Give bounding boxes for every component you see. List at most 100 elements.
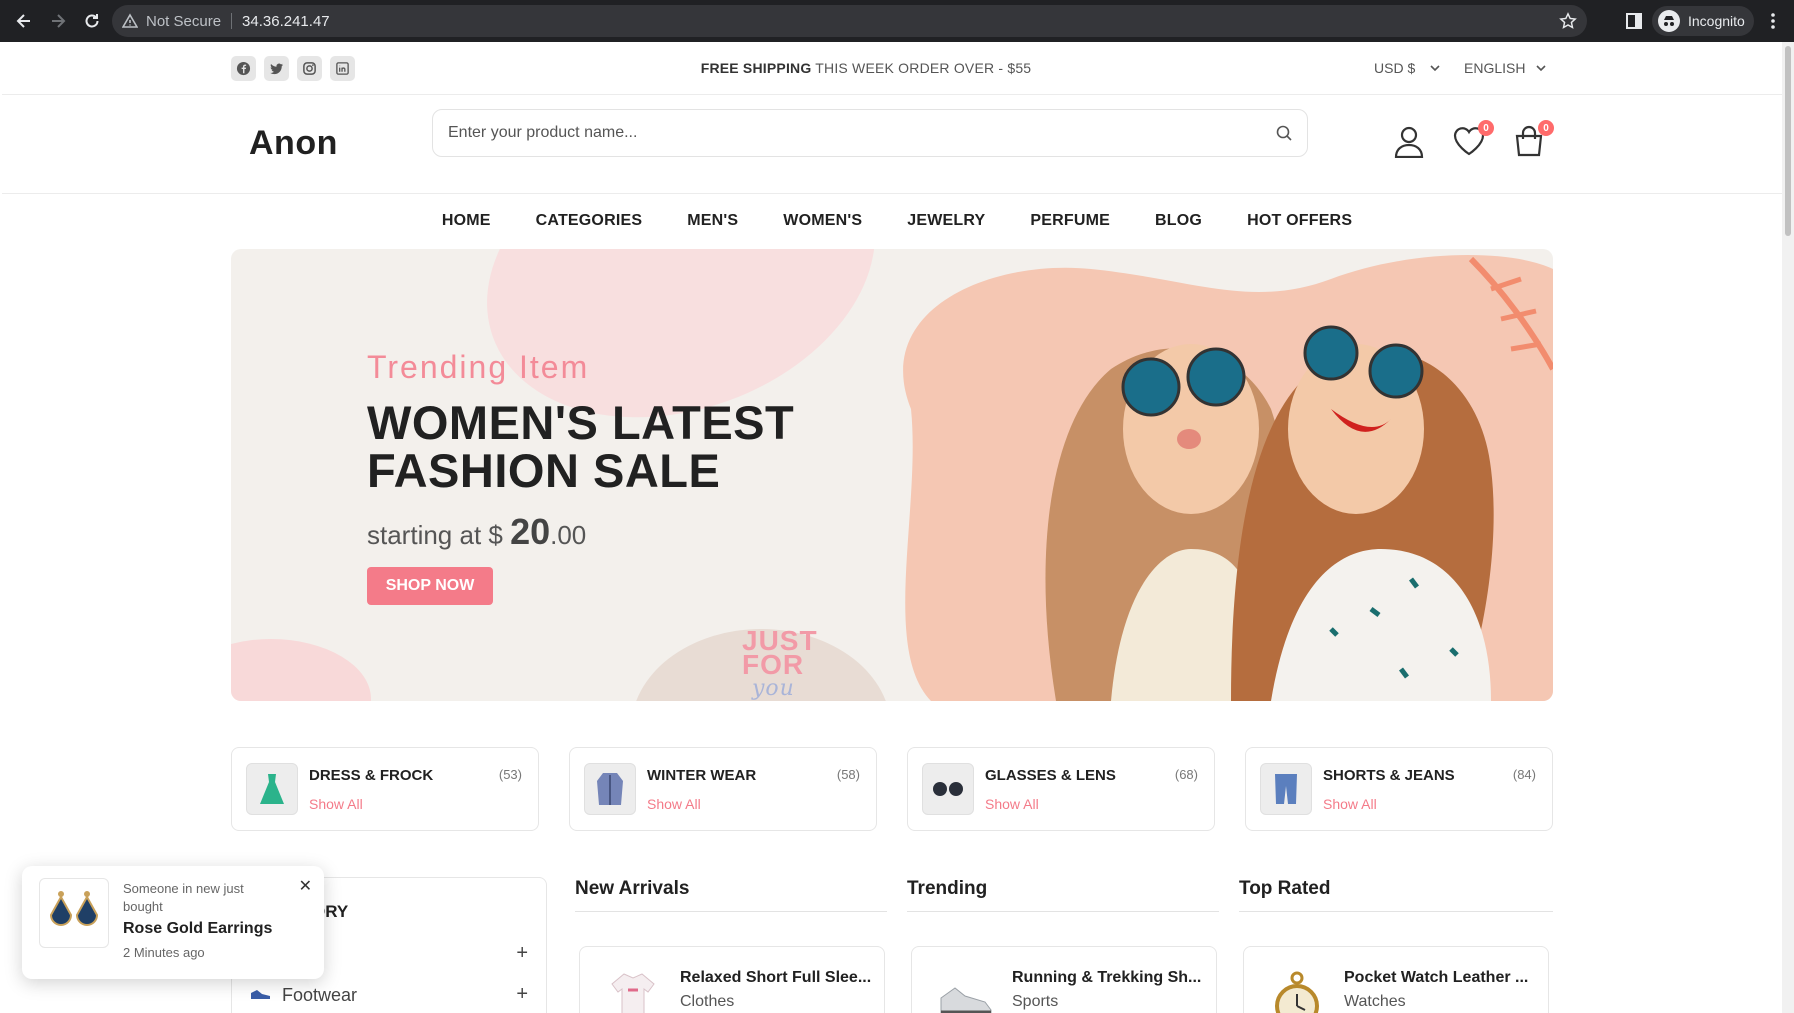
promo-text: THIS WEEK ORDER OVER - $55 <box>811 60 1032 76</box>
notification-product[interactable]: Rose Gold Earrings <box>123 920 272 938</box>
top-rated-heading: Top Rated <box>1239 878 1553 912</box>
side-panel-icon[interactable] <box>1625 12 1643 30</box>
product-card[interactable]: Relaxed Short Full Slee... Clothes <box>579 946 885 1013</box>
earrings-image <box>39 878 109 948</box>
sidebar-item-label: Footwear <box>282 985 358 1005</box>
product-category: Watches <box>1344 993 1406 1010</box>
product-category: Clothes <box>680 993 735 1010</box>
category-count: (58) <box>836 767 860 782</box>
divider <box>231 13 233 29</box>
hero-title: WOMEN'S LATEST FASHION SALE <box>367 396 795 497</box>
product-title[interactable]: Running & Trekking Sh... <box>1012 969 1201 987</box>
product-title[interactable]: Relaxed Short Full Slee... <box>680 969 871 987</box>
category-name: GLASSES & LENS <box>985 767 1116 784</box>
jeans-icon <box>1260 763 1312 815</box>
plus-icon[interactable]: + <box>516 942 528 965</box>
address-bar[interactable]: Not Secure 34.36.241.47 <box>112 5 1587 37</box>
forward-icon[interactable] <box>42 5 74 37</box>
category-name: DRESS & FROCK <box>309 767 434 784</box>
product-title[interactable]: Pocket Watch Leather ... <box>1344 969 1528 987</box>
nav-home[interactable]: HOME <box>442 212 491 236</box>
category-name: WINTER WEAR <box>647 767 757 784</box>
incognito-badge[interactable]: Incognito <box>1652 6 1754 36</box>
category-card: SHORTS & JEANS (84) Show All <box>1245 747 1553 831</box>
shoe-image <box>930 965 1000 1013</box>
chevron-down-icon <box>1536 65 1547 72</box>
wishlist-count-badge: 0 <box>1478 120 1494 136</box>
web-page: FREE SHIPPING THIS WEEK ORDER OVER - $55… <box>2 42 1782 1013</box>
show-all-link[interactable]: Show All <box>1323 796 1377 812</box>
pocket-watch-image <box>1262 965 1332 1013</box>
scrollbar-thumb[interactable] <box>1785 46 1791 236</box>
dress-icon <box>246 763 298 815</box>
site-logo[interactable]: Anon <box>249 124 338 163</box>
nav-hot-offers[interactable]: HOT OFFERS <box>1247 212 1352 236</box>
category-count: (53) <box>498 767 522 782</box>
reload-icon[interactable] <box>76 5 108 37</box>
category-count: (68) <box>1174 767 1198 782</box>
nav-categories[interactable]: CATEGORIES <box>536 212 643 236</box>
search-input[interactable] <box>448 124 1268 142</box>
incognito-icon <box>1658 10 1680 32</box>
glasses-icon <box>922 763 974 815</box>
cart-button[interactable]: 0 <box>1512 120 1554 158</box>
stamp-line-3: you <box>752 676 795 701</box>
coat-icon <box>584 763 636 815</box>
show-all-link[interactable]: Show All <box>985 796 1039 812</box>
nav-jewelry[interactable]: JEWELRY <box>907 212 985 236</box>
warning-icon <box>122 13 138 28</box>
hero-price: starting at $ 20.00 <box>367 511 586 553</box>
shop-now-button[interactable]: SHOP NOW <box>367 567 493 605</box>
promo-highlight: FREE SHIPPING <box>700 60 812 76</box>
nav-perfume[interactable]: PERFUME <box>1030 212 1110 236</box>
price-prefix: starting at $ <box>367 520 511 550</box>
cart-count-badge: 0 <box>1538 120 1554 136</box>
nav-blog[interactable]: BLOG <box>1155 212 1202 236</box>
price-decimal: .00 <box>550 520 587 550</box>
sidebar-item-footwear[interactable]: Footwear + <box>232 981 548 1011</box>
show-all-link[interactable]: Show All <box>647 796 701 812</box>
more-menu-icon[interactable] <box>1764 12 1782 30</box>
nav-womens[interactable]: WOMEN'S <box>783 212 862 236</box>
bookmark-star-icon[interactable] <box>1559 12 1577 30</box>
show-all-link[interactable]: Show All <box>309 796 363 812</box>
language-select[interactable]: ENGLISH <box>1464 60 1547 76</box>
wishlist-button[interactable]: 0 <box>1452 120 1494 158</box>
category-card: WINTER WEAR (58) Show All <box>569 747 877 831</box>
plus-icon[interactable]: + <box>516 983 528 1006</box>
shoe-icon <box>251 990 270 999</box>
notification-time: 2 Minutes ago <box>123 945 205 960</box>
search-icon[interactable] <box>1275 124 1293 142</box>
notification-message: Someone in new just bought <box>123 881 244 914</box>
product-card[interactable]: Pocket Watch Leather ... Watches <box>1243 946 1549 1013</box>
security-label: Not Secure <box>146 12 222 30</box>
currency-value: USD $ <box>1374 60 1416 76</box>
main-menu: HOME CATEGORIES MEN'S WOMEN'S JEWELRY PE… <box>2 194 1782 236</box>
url-text[interactable]: 34.36.241.47 <box>242 13 330 30</box>
incognito-label: Incognito <box>1688 13 1745 29</box>
search-bar <box>432 109 1308 157</box>
category-card: DRESS & FROCK (53) Show All <box>231 747 539 831</box>
nav-mens[interactable]: MEN'S <box>687 212 738 236</box>
chevron-down-icon <box>1430 65 1440 72</box>
trending-heading: Trending <box>907 878 1219 912</box>
category-count: (84) <box>1512 767 1536 782</box>
category-name: SHORTS & JEANS <box>1323 767 1455 784</box>
back-icon[interactable] <box>8 5 40 37</box>
category-card: GLASSES & LENS (68) Show All <box>907 747 1215 831</box>
currency-select[interactable]: USD $ <box>1374 60 1441 76</box>
shirt-image <box>598 965 668 1013</box>
product-category: Sports <box>1012 993 1059 1010</box>
user-icon[interactable] <box>1392 124 1426 158</box>
language-value: ENGLISH <box>1464 60 1526 76</box>
price-integer: 20 <box>510 511 551 552</box>
close-icon[interactable]: ✕ <box>299 876 312 896</box>
new-arrivals-heading: New Arrivals <box>575 878 887 912</box>
scrollbar[interactable] <box>1782 42 1794 1013</box>
hero-banner: Trending Item WOMEN'S LATEST FASHION SAL… <box>231 249 1553 701</box>
product-card[interactable]: Running & Trekking Sh... Sports <box>911 946 1217 1013</box>
purchase-notification: Someone in new just bought Rose Gold Ear… <box>22 866 324 979</box>
top-bar: FREE SHIPPING THIS WEEK ORDER OVER - $55… <box>2 42 1782 95</box>
just-for-you-stamp: JUST FOR you <box>742 627 818 701</box>
browser-toolbar: Not Secure 34.36.241.47 Incognito <box>0 0 1794 42</box>
